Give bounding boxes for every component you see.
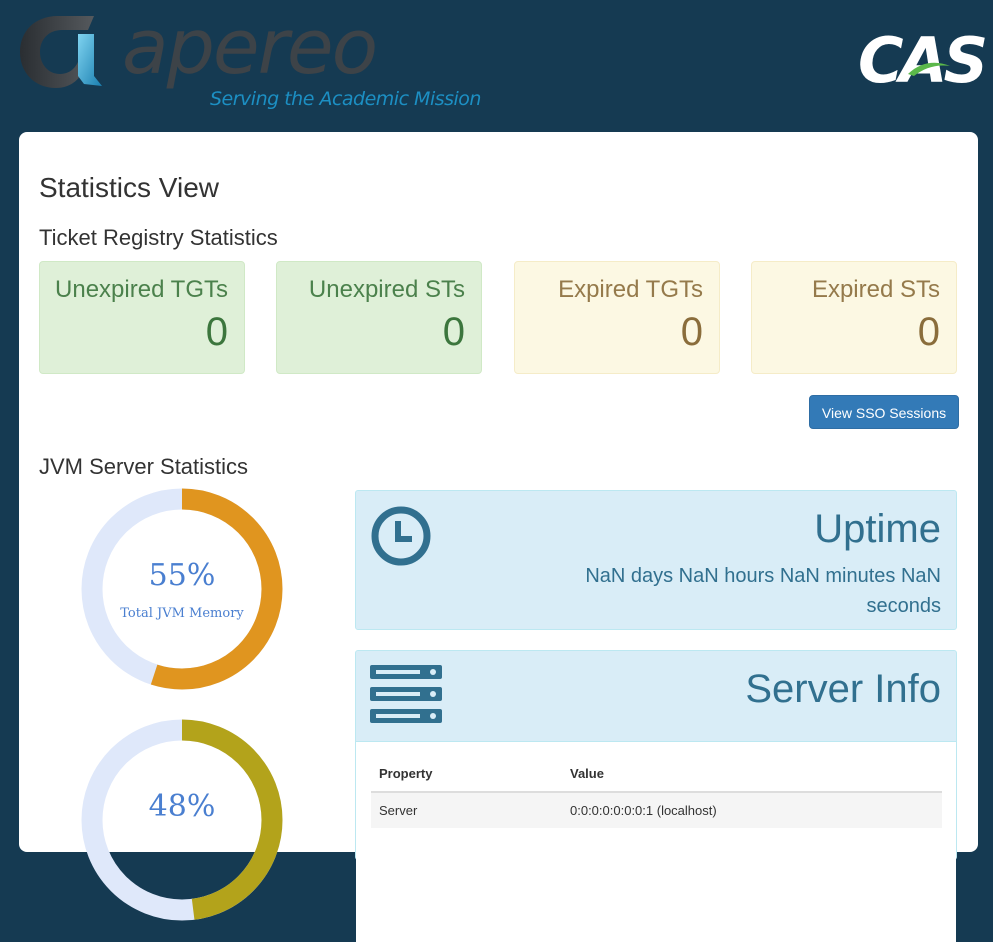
server-info-header: Server Info: [356, 651, 956, 741]
header: apereo Serving the Academic Mission CAS: [0, 0, 993, 132]
view-sso-sessions-button[interactable]: View SSO Sessions: [809, 395, 959, 429]
column-header-property: Property: [371, 756, 562, 793]
gauge-caption: Total JVM Memory: [120, 606, 244, 621]
stat-label: Unexpired STs: [308, 276, 465, 303]
uptime-title: Uptime: [814, 507, 941, 551]
server-info-body: Property Value Server 0:0:0:0:0:0:0:1 (l…: [356, 741, 956, 942]
uptime-value: NaN days NaN hours NaN minutes NaN secon…: [585, 565, 941, 617]
jvm-gauge-2: 48%: [81, 719, 283, 921]
cas-swoosh-icon: [908, 62, 950, 76]
apereo-brand-name: apereo: [122, 2, 378, 91]
server-icon: [370, 665, 442, 723]
stat-expired-tgts: Expired TGTs 0: [514, 261, 720, 374]
table-header-row: Property Value: [371, 756, 942, 793]
stat-value: 0: [680, 310, 703, 354]
jvm-stats-title: JVM Server Statistics: [39, 454, 249, 479]
apereo-logo-mark: [18, 12, 108, 90]
uptime-panel: Uptime NaN days NaN hours NaN minutes Na…: [355, 490, 957, 630]
server-info-title: Server Info: [745, 667, 941, 711]
server-info-table: Property Value Server 0:0:0:0:0:0:0:1 (l…: [371, 756, 942, 828]
stat-expired-sts: Expired STs 0: [751, 261, 957, 374]
server-info-panel: Server Info Property Value Server 0:0:0:…: [355, 650, 957, 942]
gauge-percent: 55%: [148, 558, 216, 593]
stat-label: Unexpired TGTs: [55, 276, 228, 303]
content-panel: Statistics View Ticket Registry Statisti…: [19, 132, 978, 942]
column-header-value: Value: [562, 756, 942, 793]
stat-label: Expired TGTs: [558, 276, 703, 303]
stat-unexpired-sts: Unexpired STs 0: [276, 261, 482, 374]
table-row: Server 0:0:0:0:0:0:0:1 (localhost): [371, 791, 942, 828]
apereo-tagline: Serving the Academic Mission: [210, 88, 481, 110]
jvm-memory-gauge: 55% Total JVM Memory: [81, 488, 283, 690]
gauge-percent: 48%: [148, 789, 216, 824]
clock-icon: [371, 506, 431, 566]
ticket-registry-title: Ticket Registry Statistics: [39, 225, 278, 250]
cas-logo: CAS: [858, 28, 988, 94]
stat-value: 0: [917, 310, 940, 354]
stat-value: 0: [442, 310, 465, 354]
stat-unexpired-tgts: Unexpired TGTs 0: [39, 261, 245, 374]
stat-value: 0: [205, 310, 228, 354]
value-cell: 0:0:0:0:0:0:0:1 (localhost): [562, 791, 942, 828]
stat-label: Expired STs: [811, 276, 940, 303]
page-title: Statistics View: [39, 172, 219, 203]
property-cell: Server: [371, 791, 562, 828]
